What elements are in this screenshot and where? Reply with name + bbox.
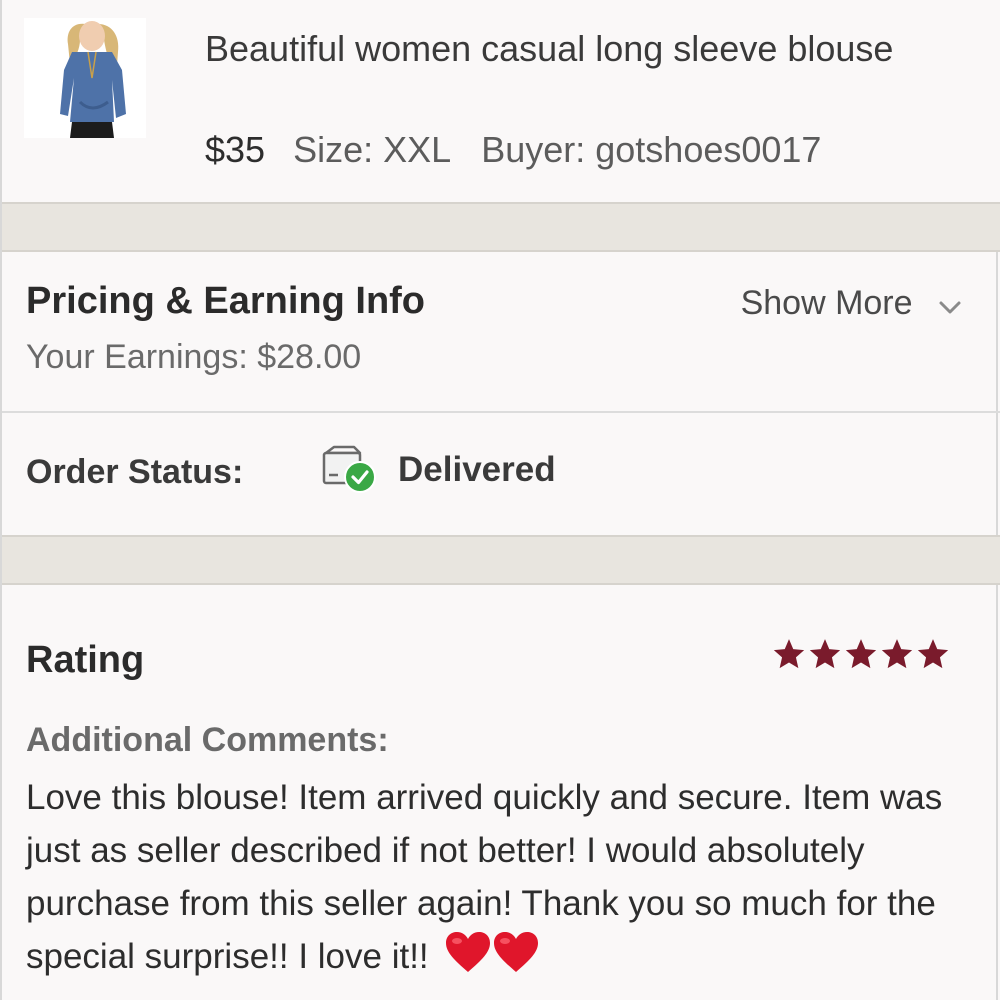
heart-icon xyxy=(494,932,539,972)
listing-price: $35 xyxy=(205,129,266,170)
hearts xyxy=(444,930,540,989)
star-icon xyxy=(917,639,949,669)
star-icon xyxy=(773,639,805,669)
star-icon xyxy=(845,639,877,669)
show-more-label: Show More xyxy=(740,284,913,322)
order-status-section: Order Status: Delivered xyxy=(2,413,1000,535)
show-more-button[interactable]: Show More xyxy=(741,284,962,325)
listing-meta: $35 Size: XXL Buyer: gotshoes0017 xyxy=(205,126,821,174)
listing-thumbnail[interactable] xyxy=(24,18,146,138)
comment-body: Love this blouse! Item arrived quickly a… xyxy=(26,771,986,989)
listing-summary[interactable]: Beautiful women casual long sleeve blous… xyxy=(2,0,1000,202)
section-separator xyxy=(2,202,1000,252)
blouse-photo-icon xyxy=(24,18,146,138)
order-status-label: Order Status: xyxy=(26,453,244,491)
star-icon xyxy=(809,639,841,669)
star-icon xyxy=(881,639,913,669)
rating-section: Rating Additional Comments: Love this bl… xyxy=(2,585,1000,1000)
earnings-value: Your Earnings: $28.00 xyxy=(26,338,362,376)
screen-frame: Beautiful women casual long sleeve blous… xyxy=(0,0,1000,1000)
rating-title: Rating xyxy=(26,639,145,681)
chevron-down-icon xyxy=(938,286,962,325)
listing-size: Size: XXL xyxy=(293,129,452,170)
star-rating xyxy=(772,637,950,671)
pricing-title: Pricing & Earning Info xyxy=(26,280,426,322)
pricing-section: Pricing & Earning Info Show More Your Ea… xyxy=(2,252,1000,412)
order-status-value: Delivered xyxy=(398,450,556,489)
listing-title[interactable]: Beautiful women casual long sleeve blous… xyxy=(205,22,925,75)
listing-buyer[interactable]: Buyer: gotshoes0017 xyxy=(481,129,821,170)
comments-label: Additional Comments: xyxy=(26,721,389,759)
heart-icon xyxy=(446,932,491,972)
delivered-box-icon xyxy=(320,443,380,495)
section-separator xyxy=(2,535,1000,585)
